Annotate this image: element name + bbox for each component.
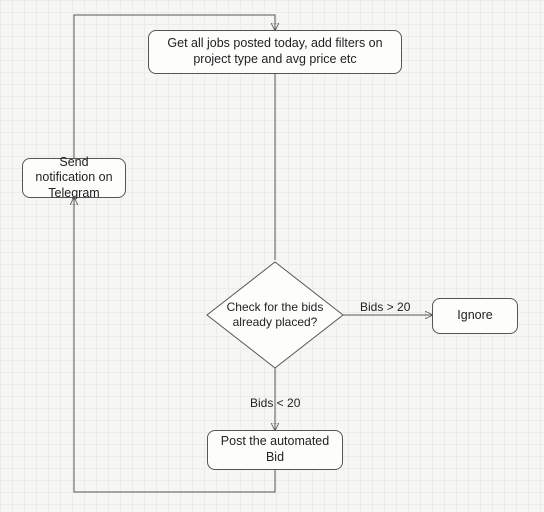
node-check-bids: Check for the bids already placed? xyxy=(205,260,345,370)
edge-label-bids-gt: Bids > 20 xyxy=(360,300,410,314)
node-get-jobs: Get all jobs posted today, add filters o… xyxy=(148,30,402,74)
edge-label-bids-lt: Bids < 20 xyxy=(250,396,300,410)
node-post-bid: Post the automated Bid xyxy=(207,430,343,470)
node-ignore: Ignore xyxy=(432,298,518,334)
node-send-notification: Send notification on Telegram xyxy=(22,158,126,198)
node-send-notification-label: Send notification on Telegram xyxy=(31,155,117,202)
node-check-bids-label: Check for the bids already placed? xyxy=(227,300,324,329)
node-get-jobs-label: Get all jobs posted today, add filters o… xyxy=(157,36,393,67)
node-ignore-label: Ignore xyxy=(457,308,492,324)
node-post-bid-label: Post the automated Bid xyxy=(216,434,334,465)
